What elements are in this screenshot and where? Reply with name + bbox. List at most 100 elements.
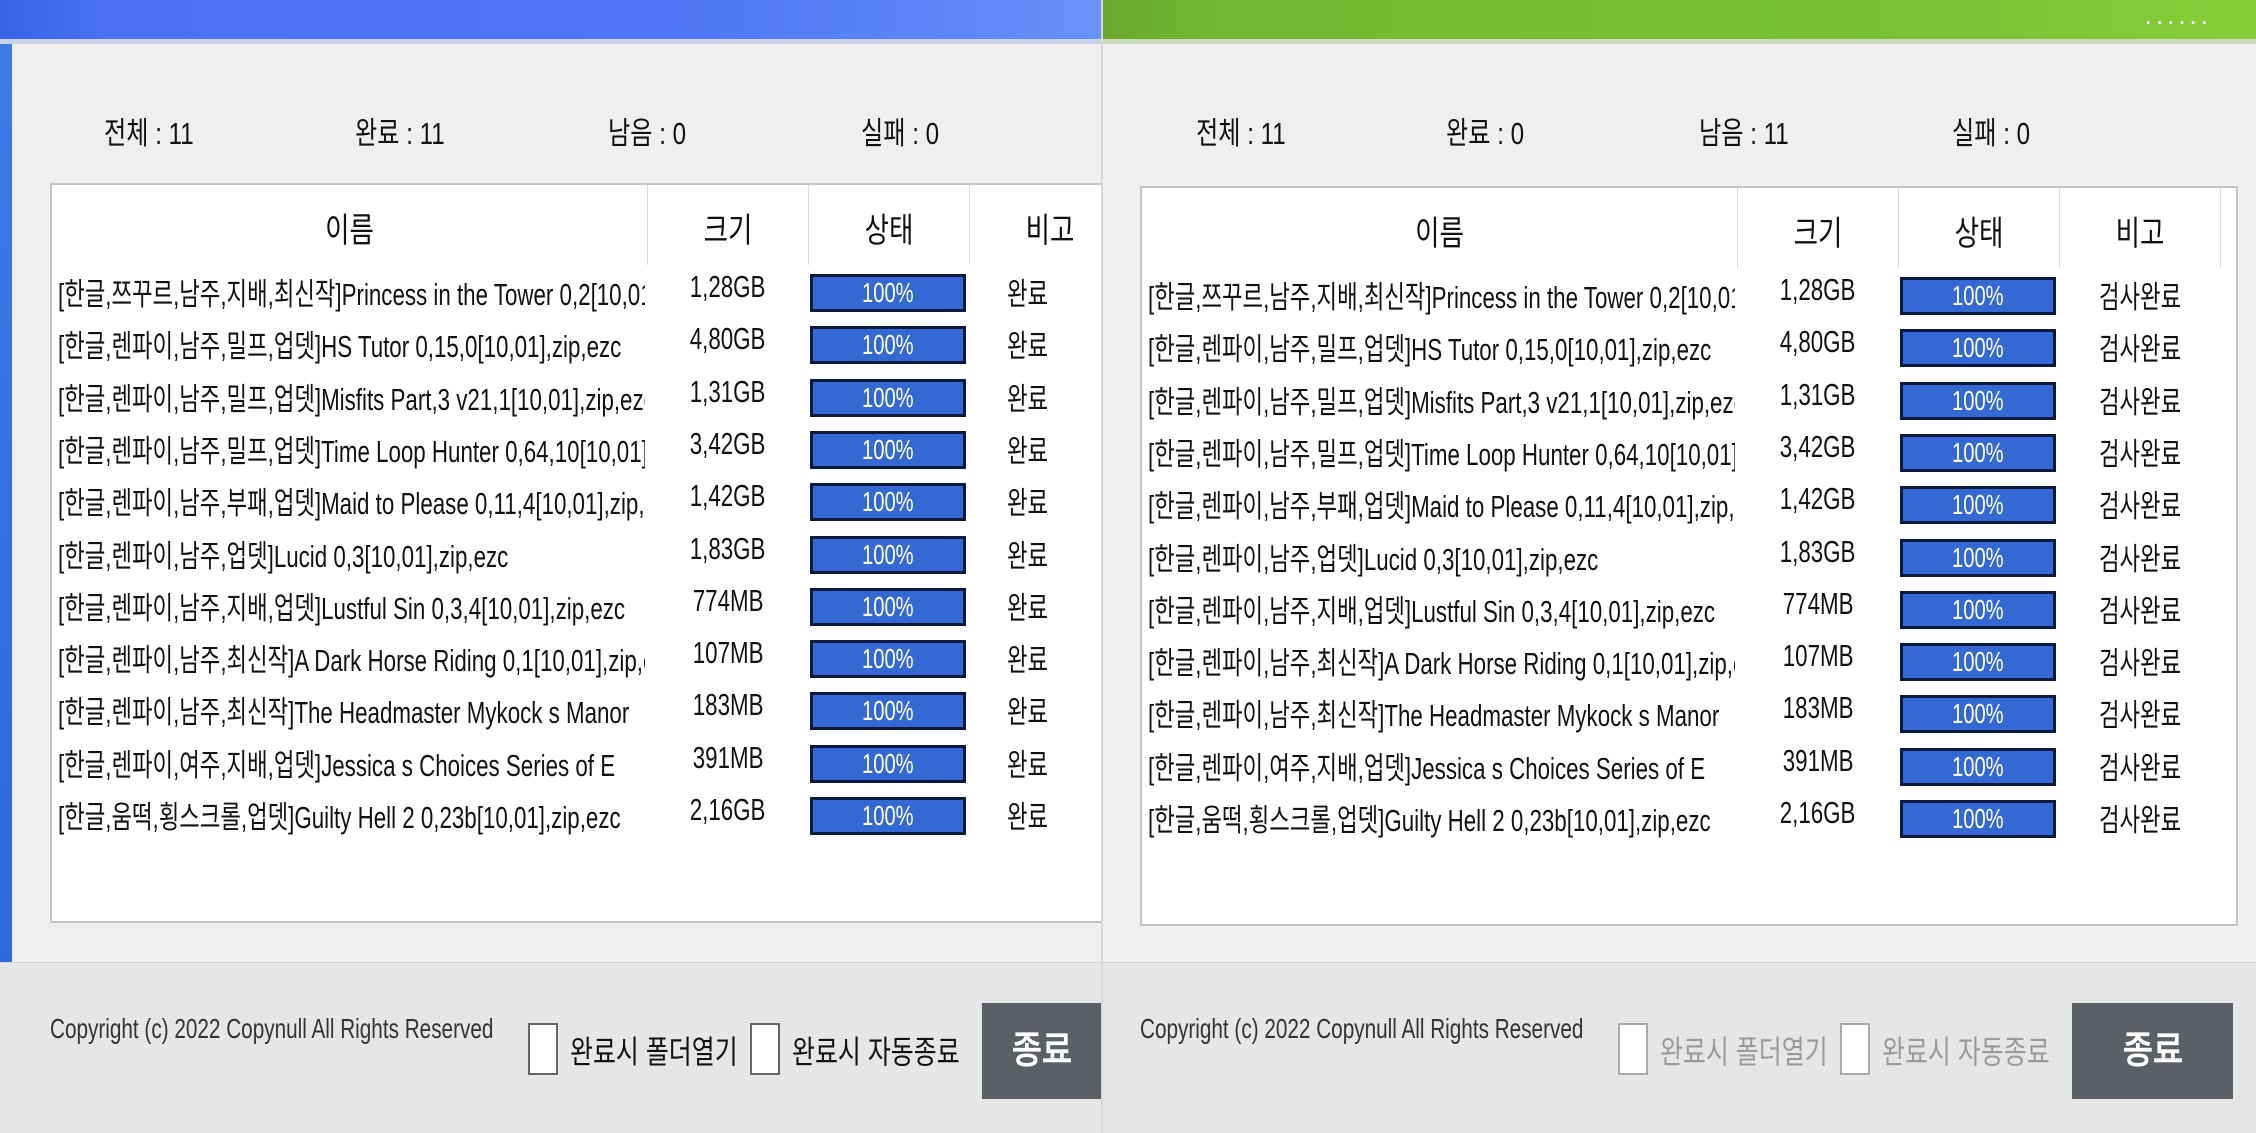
file-name: [한글,렌파이,남주,밀프,업뎃]Misfits Part,3 v21,1[10… [1148,384,1735,420]
file-size: 1,31GB [1780,376,1856,412]
file-name: [한글,쯔꾸르,남주,지배,최신작]Princess in the Tower … [1148,280,1735,315]
status-note-cell: 완료 [970,478,1086,523]
column-divider[interactable] [1898,188,1899,268]
table-row[interactable]: [한글,렌파이,남주,업뎃]Lucid 0,3[10,01],zip,ezc 1,… [52,527,1101,579]
status-note: 완료 [1007,538,1049,574]
status-note-cell: 검사완료 [2060,481,2220,526]
progress-label: 100% [862,486,914,518]
status-note: 완료 [1007,329,1049,365]
progress-bar: 100% [1900,800,2056,838]
file-list[interactable]: 이름 크기 상태 비고 [한글,쯔꾸르,남주,지배,최신작]Princess i… [50,183,1101,923]
copyright-text: Copyright (c) 2022 Copynull All Rights R… [50,1013,494,1044]
progress-label: 100% [1952,698,2004,730]
file-name: [한글,렌파이,남주,지배,업뎃]Lustful Sin 0,3,4[10,01… [58,590,626,626]
table-row[interactable]: [한글,쯔꾸르,남주,지배,최신작]Princess in the Tower … [52,265,1101,317]
open-folder-label[interactable]: 완료시 폴더열기 [570,1027,738,1073]
table-row[interactable]: [한글,렌파이,남주,지배,업뎃]Lustful Sin 0,3,4[10,01… [1142,582,2236,634]
file-name: [한글,렌파이,남주,부패,업뎃]Maid to Please 0,11,4[1… [1148,489,1735,525]
column-header-name[interactable]: 이름 [117,203,581,252]
column-header-size[interactable]: 크기 [666,203,791,252]
exit-button[interactable]: 종료 [2072,1003,2233,1099]
file-name-cell: [한글,움떡,횡스크롤,업뎃]Guilty Hell 2 0,23b[10,01… [58,788,645,840]
table-row[interactable]: [한글,렌파이,여주,지배,업뎃]Jessica s Choices Serie… [52,736,1101,788]
column-divider[interactable] [2220,188,2221,268]
auto-exit-checkbox[interactable] [750,1023,780,1075]
column-divider[interactable] [969,185,970,265]
table-row[interactable]: [한글,렌파이,남주,최신작]A Dark Horse Riding 0,1[1… [1142,634,2236,686]
auto-exit-checkbox[interactable] [1840,1023,1870,1075]
title-bar[interactable] [0,0,1101,44]
file-size-cell: 774MB [648,583,808,619]
file-name: [한글,쯔꾸르,남주,지배,최신작]Princess in the Tower … [58,277,645,312]
column-divider[interactable] [2059,188,2060,268]
table-row[interactable]: [한글,렌파이,남주,최신작]The Headmaster Mykock s M… [1142,686,2236,738]
open-folder-label[interactable]: 완료시 폴더열기 [1660,1027,1828,1073]
column-header-status[interactable]: 상태 [827,203,952,252]
open-folder-checkbox[interactable] [1618,1023,1648,1075]
column-header-note[interactable]: 비고 [988,203,1101,252]
progress-bar: 100% [810,692,966,731]
table-row[interactable]: [한글,움떡,횡스크롤,업뎃]Guilty Hell 2 0,23b[10,01… [52,788,1101,840]
exit-button-label: 종료 [2122,1030,2183,1072]
auto-exit-label[interactable]: 완료시 자동종료 [1882,1027,2050,1073]
file-name-cell: [한글,렌파이,남주,밀프,업뎃]Misfits Part,3 v21,1[10… [1148,373,1735,425]
status-note: 완료 [1007,381,1049,417]
copyright-text: Copyright (c) 2022 Copynull All Rights R… [1140,1013,1584,1044]
column-header-name[interactable]: 이름 [1207,206,1671,255]
status-note: 검사완료 [2098,541,2182,577]
file-size: 183MB [1782,690,1854,726]
status-note-cell: 완료 [970,426,1086,471]
status-note: 검사완료 [2098,489,2182,525]
file-size-cell: 1,28GB [648,269,808,305]
column-divider[interactable] [1737,188,1738,268]
file-name-cell: [한글,렌파이,남주,지배,업뎃]Lustful Sin 0,3,4[10,01… [58,579,645,631]
open-folder-checkbox[interactable] [528,1023,558,1075]
table-row[interactable]: [한글,렌파이,남주,최신작]A Dark Horse Riding 0,1[1… [52,631,1101,683]
table-row[interactable]: [한글,렌파이,남주,밀프,업뎃]Time Loop Hunter 0,64,1… [52,422,1101,474]
file-name-cell: [한글,렌파이,남주,최신작]A Dark Horse Riding 0,1[1… [1148,634,1735,686]
progress-label: 100% [862,538,914,570]
exit-button[interactable]: 종료 [982,1003,1101,1099]
file-name-cell: [한글,렌파이,남주,부패,업뎃]Maid to Please 0,11,4[1… [1148,477,1735,529]
file-name: [한글,렌파이,남주,부패,업뎃]Maid to Please 0,11,4[1… [58,486,645,522]
file-name: [한글,렌파이,남주,최신작]A Dark Horse Riding 0,1[1… [58,643,645,679]
progress-label: 100% [862,381,914,413]
table-row[interactable]: [한글,쯔꾸르,남주,지배,최신작]Princess in the Tower … [1142,268,2236,320]
progress-label: 100% [862,695,914,727]
file-size-cell: 183MB [648,687,808,723]
column-header-note[interactable]: 비고 [2078,206,2203,255]
progress-label: 100% [1952,384,2004,416]
file-list[interactable]: 이름 크기 상태 비고 [한글,쯔꾸르,남주,지배,최신작]Princess i… [1140,186,2238,926]
file-size: 183MB [692,687,764,723]
column-divider[interactable] [647,185,648,265]
column-header-status[interactable]: 상태 [1917,206,2042,255]
status-note: 검사완료 [2098,803,2182,838]
status-note-cell: 완료 [970,740,1086,785]
left-window: 전체 : 11 완료 : 11 남음 : 0 실패 : 0 이름 크기 상태 비… [0,0,1101,1133]
status-note-cell: 검사완료 [2060,638,2220,683]
column-divider[interactable] [808,185,809,265]
table-row[interactable]: [한글,렌파이,남주,밀프,업뎃]Time Loop Hunter 0,64,1… [1142,425,2236,477]
file-name-cell: [한글,렌파이,남주,최신작]A Dark Horse Riding 0,1[1… [58,631,645,683]
status-note: 검사완료 [2098,280,2182,315]
table-row[interactable]: [한글,렌파이,여주,지배,업뎃]Jessica s Choices Serie… [1142,739,2236,791]
table-row[interactable]: [한글,렌파이,남주,지배,업뎃]Lustful Sin 0,3,4[10,01… [52,579,1101,631]
title-bar[interactable]: ...... [1103,0,2256,44]
status-note-cell: 완료 [970,583,1086,628]
table-row[interactable]: [한글,렌파이,남주,밀프,업뎃]Misfits Part,3 v21,1[10… [1142,373,2236,425]
auto-exit-label[interactable]: 완료시 자동종료 [792,1027,960,1073]
file-name-cell: [한글,렌파이,남주,최신작]The Headmaster Mykock s M… [1148,686,1735,738]
table-row[interactable]: [한글,렌파이,남주,최신작]The Headmaster Mykock s M… [52,683,1101,735]
table-row[interactable]: [한글,렌파이,남주,밀프,업뎃]HS Tutor 0,15,0[10,01],… [1142,320,2236,372]
table-row[interactable]: [한글,움떡,횡스크롤,업뎃]Guilty Hell 2 0,23b[10,01… [1142,791,2236,843]
status-note-cell: 완료 [970,374,1086,419]
table-row[interactable]: [한글,렌파이,남주,밀프,업뎃]HS Tutor 0,15,0[10,01],… [52,317,1101,369]
table-row[interactable]: [한글,렌파이,남주,부패,업뎃]Maid to Please 0,11,4[1… [1142,477,2236,529]
table-row[interactable]: [한글,렌파이,남주,업뎃]Lucid 0,3[10,01],zip,ezc 1,… [1142,530,2236,582]
file-size: 1,28GB [1780,272,1856,307]
file-name-cell: [한글,렌파이,남주,밀프,업뎃]HS Tutor 0,15,0[10,01],… [58,317,645,369]
table-row[interactable]: [한글,렌파이,남주,밀프,업뎃]Misfits Part,3 v21,1[10… [52,370,1101,422]
column-header-size[interactable]: 크기 [1756,206,1881,255]
status-note-cell: 검사완료 [2060,272,2220,317]
table-row[interactable]: [한글,렌파이,남주,부패,업뎃]Maid to Please 0,11,4[1… [52,474,1101,526]
